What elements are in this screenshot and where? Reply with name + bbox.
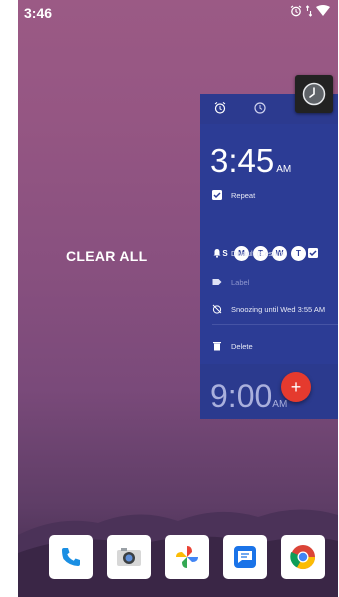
snooze-icon — [212, 304, 222, 314]
alarm-tab-icon — [213, 101, 229, 117]
photos-app-icon[interactable] — [165, 535, 209, 579]
label-icon — [212, 277, 222, 287]
next-alarm-time[interactable]: 9:00AM — [210, 378, 287, 415]
ringtone-label: Default (Cesium) — [231, 248, 288, 258]
snooze-row[interactable]: Snoozing until Wed 3:55 AM — [212, 304, 325, 314]
status-bar: 3:46 — [18, 0, 338, 26]
next-alarm: 9:00AM + — [200, 364, 338, 419]
wifi-icon — [316, 4, 330, 20]
clock-tab-icon — [253, 101, 269, 117]
ringtone-row[interactable]: Default (Cesium) — [212, 248, 319, 258]
alarm-icon — [290, 4, 302, 20]
repeat-row[interactable]: Repeat — [212, 190, 255, 200]
add-alarm-button[interactable]: + — [281, 372, 311, 402]
clock-app-icon[interactable] — [295, 75, 333, 113]
alarm-ampm: AM — [276, 164, 292, 175]
bell-icon — [212, 248, 222, 258]
divider — [212, 324, 338, 325]
status-time: 3:46 — [24, 5, 53, 21]
label-placeholder: Label — [231, 277, 250, 287]
camera-app-icon[interactable] — [107, 535, 151, 579]
trash-icon — [212, 341, 222, 351]
repeat-label: Repeat — [231, 190, 256, 200]
delete-row[interactable]: Delete — [212, 341, 253, 351]
status-icons — [290, 4, 330, 20]
next-alarm-time-value: 9:00 — [210, 378, 273, 414]
repeat-checkbox[interactable] — [212, 190, 222, 200]
alarm-time-value: 3:45 — [210, 142, 275, 179]
dock — [18, 533, 338, 583]
alarm-time[interactable]: 3:45 AM — [210, 142, 291, 180]
vibrate-checkbox[interactable] — [308, 248, 319, 258]
messages-app-icon[interactable] — [223, 535, 267, 579]
snooze-text: Snoozing until Wed 3:55 AM — [231, 304, 326, 314]
data-arrows-icon — [305, 4, 313, 20]
recents-screen: 3:46 CLEAR ALL 3:45 AM Repeat S M T W T … — [18, 0, 338, 597]
label-row[interactable]: Label — [212, 277, 249, 287]
delete-label: Delete — [231, 341, 253, 351]
chrome-app-icon[interactable] — [281, 535, 325, 579]
alarm-detail: 3:45 AM Repeat S M T W T Default (Cesium) — [200, 124, 338, 364]
recent-task-card-clock[interactable]: 3:45 AM Repeat S M T W T Default (Cesium) — [200, 94, 338, 419]
clear-all-button[interactable]: CLEAR ALL — [66, 248, 148, 264]
next-alarm-ampm: AM — [272, 399, 288, 410]
phone-app-icon[interactable] — [49, 535, 93, 579]
